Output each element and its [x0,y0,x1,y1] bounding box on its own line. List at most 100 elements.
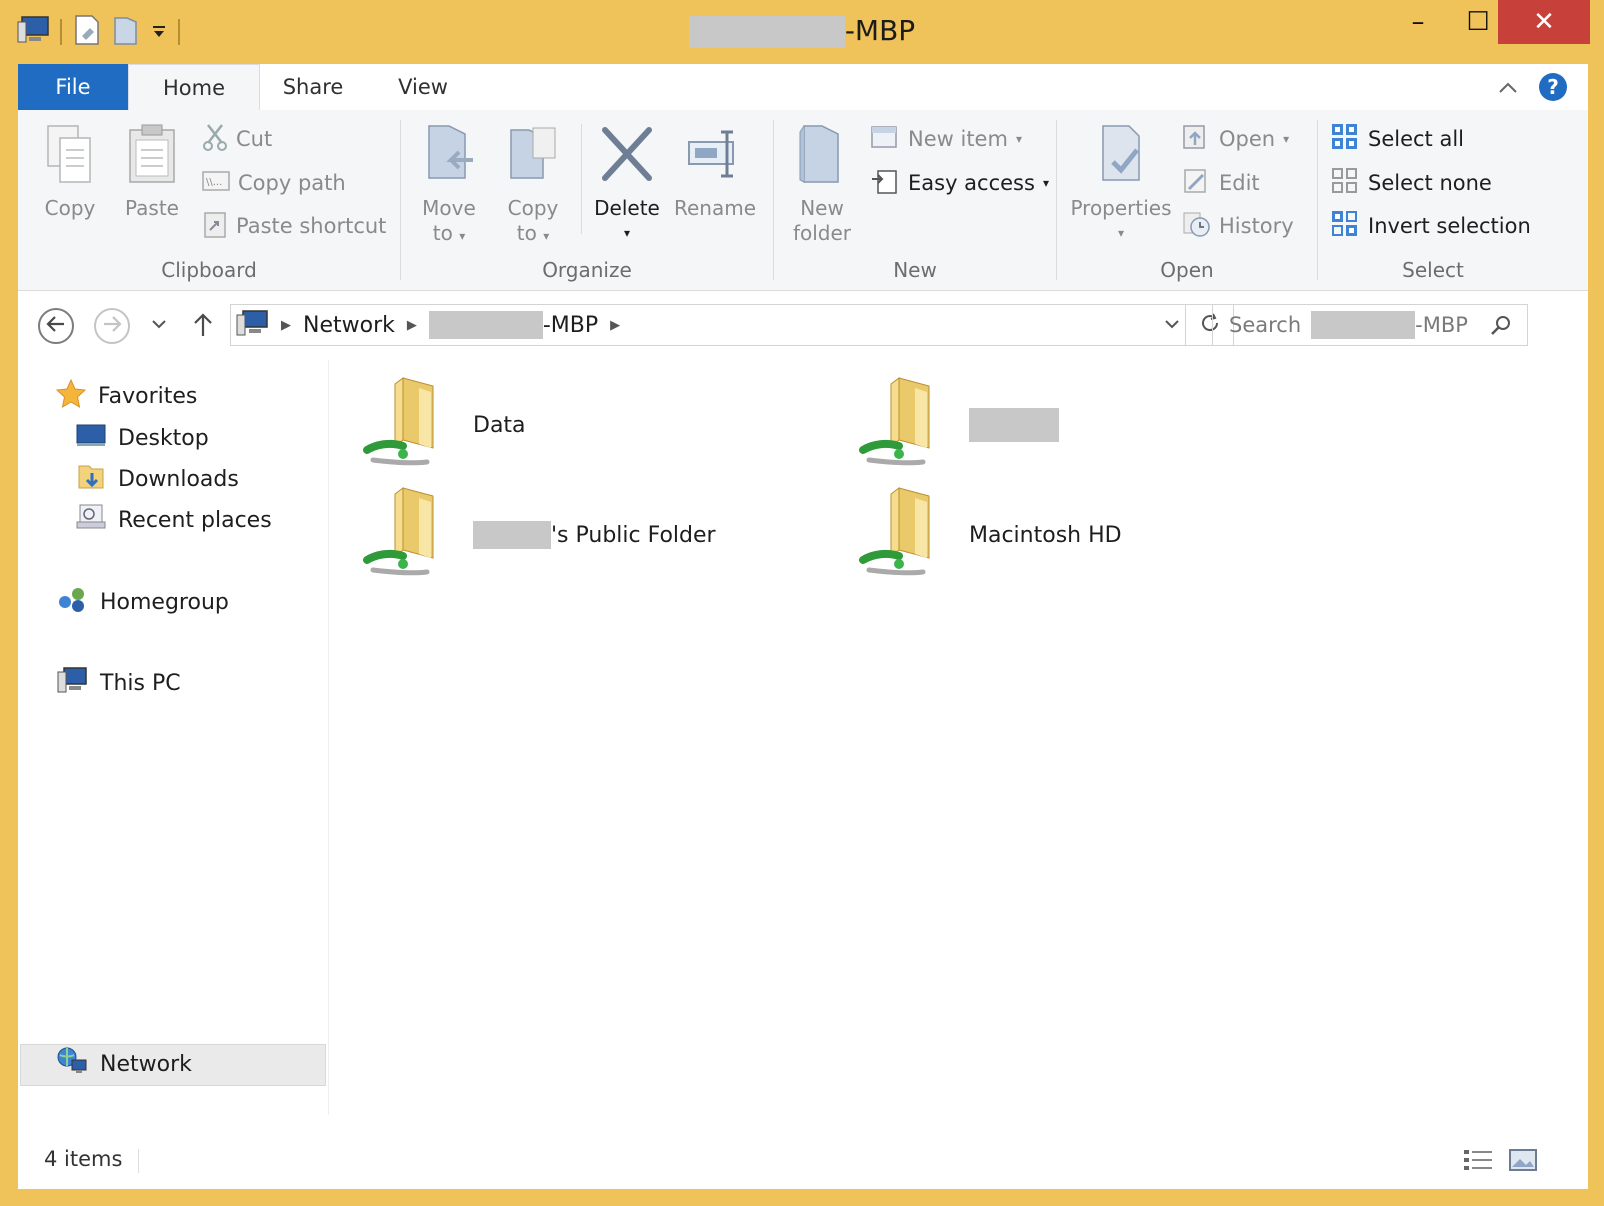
delete-button[interactable]: Delete ▾ [591,122,663,246]
breadcrumb-mbp[interactable]: -MBP [543,313,598,338]
select-none-label: Select none [1368,171,1492,195]
dropdown-caret-icon: ▾ [1283,132,1290,146]
open-group: Properties ▾ Open ▾ Edit History Open [1057,110,1317,290]
new-item-label: New item [908,127,1008,151]
network-share-folder-icon [363,374,455,476]
paste-shortcut-icon [202,210,228,243]
help-icon[interactable]: ? [1538,72,1568,106]
status-divider [138,1149,139,1173]
up-button[interactable] [192,312,214,342]
move-to-button[interactable]: Move to ▾ [413,122,485,249]
svg-text:\\...: \\... [206,177,222,188]
search-placeholder-suffix: -MBP [1415,313,1468,337]
homegroup-icon [56,584,88,620]
paste-button[interactable]: Paste [120,122,184,221]
close-button[interactable]: ✕ [1498,0,1590,44]
search-box[interactable]: Search -MBP [1212,304,1528,346]
nav-network[interactable]: Network [56,1044,192,1084]
copy-to-button[interactable]: Copy to ▾ [497,122,569,249]
clipboard-group: Copy Paste Cut \\... Copy path Paste sho… [18,110,400,290]
invert-selection-button[interactable]: Invert selection [1330,209,1531,243]
redacted-block [473,521,551,549]
maximize-icon: ☐ [1466,7,1490,37]
select-all-button[interactable]: Select all [1330,122,1464,156]
copy-icon [38,122,102,192]
open-button[interactable]: Open ▾ [1181,122,1289,156]
history-button[interactable]: History [1181,209,1294,243]
nav-homegroup[interactable]: Homegroup [56,582,229,622]
organize-group: Move to ▾ Copy to ▾ Delete ▾ Rename Orga… [401,110,773,290]
recent-locations-button[interactable] [150,316,168,335]
share-item-public-folder[interactable]: 's Public Folder [363,484,716,586]
svg-text:?: ? [1547,75,1559,99]
edit-button[interactable]: Edit [1181,166,1260,200]
properties-button[interactable]: Properties ▾ [1069,122,1173,246]
ribbon-controls: ? [1498,72,1568,106]
minimize-button[interactable]: – [1388,0,1448,44]
address-history-dropdown[interactable] [1163,314,1181,338]
chevron-down-icon [150,316,168,335]
back-button[interactable] [38,308,74,344]
share-item-label-group: 's Public Folder [473,521,716,549]
breadcrumb-network[interactable]: Network [303,313,395,338]
item-count: 4 items [44,1147,123,1171]
tab-view[interactable]: View [373,64,473,110]
details-view-icon[interactable] [1462,1147,1494,1177]
window-title: -MBP [0,14,1604,48]
ribbon: Copy Paste Cut \\... Copy path Paste sho… [18,110,1588,291]
share-item-data[interactable]: Data [363,374,526,476]
share-item-label: 's Public Folder [551,522,716,548]
breadcrumb-separator-icon: ▶ [281,317,291,333]
copy-button[interactable]: Copy [38,122,102,221]
nav-favorites[interactable]: Favorites [55,376,197,416]
move-to-label-to: to [432,221,453,245]
edit-icon [1181,167,1211,200]
dropdown-caret-icon: ▾ [1117,226,1125,240]
select-none-button[interactable]: Select none [1330,166,1492,200]
select-all-label: Select all [1368,127,1464,151]
new-item-button[interactable]: New item ▾ [870,122,1022,156]
navigation-pane: Favorites Desktop Downloads Recent place… [18,360,328,1115]
move-to-label-line2: to ▾ [413,221,485,249]
properties-icon [1069,122,1173,192]
nav-desktop[interactable]: Desktop [76,418,209,458]
star-icon [55,378,87,414]
forward-button[interactable] [94,308,130,344]
move-to-icon [413,122,485,192]
up-arrow-icon [192,313,214,342]
tab-file[interactable]: File [18,64,128,110]
address-bar[interactable]: ▶ Network ▶ -MBP ▶ [230,304,1186,346]
breadcrumb-separator-icon: ▶ [610,317,621,333]
paste-shortcut-label: Paste shortcut [236,214,387,238]
tab-home[interactable]: Home [128,64,260,112]
copy-to-label: Copy [507,196,559,220]
copy-label: Copy [44,196,96,220]
nav-this-pc-label: This PC [100,670,181,696]
desktop-icon [76,421,106,455]
cut-button[interactable]: Cut [202,122,272,156]
nav-recent-places[interactable]: Recent places [76,500,272,540]
easy-access-button[interactable]: Easy access ▾ [870,166,1049,200]
rename-button[interactable]: Rename [673,122,757,221]
nav-desktop-label: Desktop [118,425,209,451]
nav-this-pc[interactable]: This PC [56,663,181,703]
network-share-folder-icon [859,374,951,476]
explorer-body: File Home Share View ? Copy Paste Cut \\… [18,64,1588,1189]
share-item-macintosh-hd[interactable]: Macintosh HD [859,484,1122,586]
nav-downloads[interactable]: Downloads [76,459,239,499]
clipboard-group-label: Clipboard [161,258,257,282]
move-to-label: Move [422,196,476,220]
tab-share[interactable]: Share [263,64,363,110]
share-item-redacted[interactable] [859,374,1077,476]
collapse-ribbon-icon[interactable] [1498,80,1518,99]
new-folder-button[interactable]: New folder [788,122,856,246]
network-icon [56,1046,88,1082]
dropdown-caret-icon: ▾ [623,226,631,240]
share-item-label: Data [473,412,526,438]
copy-path-button[interactable]: \\... Copy path [202,166,346,200]
easy-access-label: Easy access [908,171,1035,195]
search-icon[interactable] [1489,314,1513,343]
delete-label: Delete [594,196,660,220]
paste-shortcut-button[interactable]: Paste shortcut [202,209,386,243]
large-icons-view-icon[interactable] [1508,1147,1538,1177]
